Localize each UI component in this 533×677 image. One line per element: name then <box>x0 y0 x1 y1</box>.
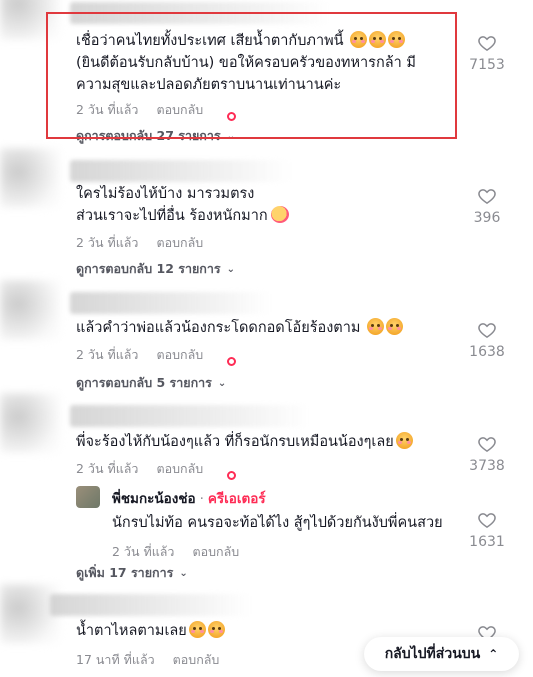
timestamp: 2 วัน ที่แล้ว <box>112 544 175 559</box>
timestamp: 17 นาที ที่แล้ว <box>76 652 155 667</box>
like-button[interactable]: 1638 <box>467 320 507 360</box>
creator-username[interactable]: พี่ชมกะน้องช่อ <box>112 491 196 507</box>
creator-liked-avatar <box>215 348 237 366</box>
username-blurred[interactable] <box>50 594 250 616</box>
double-chevron-up-icon: ⌃ <box>488 647 499 661</box>
like-button[interactable]: 7153 <box>467 33 507 73</box>
username-blurred[interactable] <box>70 160 290 182</box>
comment-meta: 17 นาที ที่แล้ว ตอบกลับ <box>76 650 219 670</box>
username-blurred[interactable] <box>70 405 310 427</box>
timestamp: 2 วัน ที่แล้ว <box>76 347 139 362</box>
avatar[interactable] <box>0 0 60 40</box>
emoji-icon <box>350 31 368 48</box>
reply-button[interactable]: ตอบกลับ <box>173 650 220 670</box>
heart-icon <box>478 36 496 51</box>
chevron-down-icon: ⌄ <box>217 377 227 389</box>
chevron-down-icon: ⌄ <box>179 567 188 579</box>
reply-button[interactable]: ตอบกลับ <box>156 345 203 365</box>
heart-badge-icon <box>227 357 237 366</box>
comment-text: น้ำตาไหลตามเลย <box>76 620 225 642</box>
comment-meta: 2 วัน ที่แล้ว ตอบกลับ <box>76 459 237 480</box>
reply-text: นักรบไม่ท้อ คนรอจะท้อได้ไง สู้ๆไปด้วยกัน… <box>112 515 443 531</box>
timestamp: 2 วัน ที่แล้ว <box>76 461 139 476</box>
like-button[interactable]: 1631 <box>467 510 507 550</box>
emoji-icon <box>207 621 225 638</box>
chevron-down-icon: ⌄ <box>226 263 235 275</box>
like-count: 7153 <box>469 57 505 73</box>
emoji-icon <box>270 206 289 223</box>
reply-button[interactable]: ตอบกลับ <box>192 542 239 562</box>
heart-icon <box>478 513 496 528</box>
emoji-icon <box>395 432 413 449</box>
back-to-top-button[interactable]: กลับไปที่ส่วนบน ⌃ <box>364 637 519 671</box>
reply-meta: 2 วัน ที่แล้ว ตอบกลับ <box>112 542 239 562</box>
emoji-icon <box>369 31 387 48</box>
like-count: 396 <box>473 210 501 226</box>
chevron-down-icon: ⌄ <box>226 130 235 142</box>
heart-icon <box>478 437 496 452</box>
view-replies-button[interactable]: ดูการตอบกลับ 27 รายการ ⌄ <box>76 126 235 146</box>
creator-avatar[interactable] <box>76 486 100 508</box>
comment-meta: 2 วัน ที่แล้ว ตอบกลับ <box>76 345 237 366</box>
username-blurred[interactable] <box>70 2 330 24</box>
view-replies-button[interactable]: ดูการตอบกลับ 5 รายการ ⌄ <box>76 373 226 393</box>
creator-badge: ครีเอเตอร์ <box>207 491 266 507</box>
avatar[interactable] <box>0 148 60 208</box>
emoji-icon <box>386 318 404 335</box>
emoji-icon <box>388 31 406 48</box>
reply-button[interactable]: ตอบกลับ <box>156 233 203 253</box>
emoji-icon <box>188 621 206 638</box>
heart-icon <box>478 189 496 204</box>
heart-badge-icon <box>227 112 237 121</box>
comment-meta: 2 วัน ที่แล้ว ตอบกลับ <box>76 100 237 121</box>
like-button[interactable]: 3738 <box>467 434 507 474</box>
like-button[interactable]: 396 <box>467 186 507 226</box>
view-replies-button[interactable]: ดูการตอบกลับ 12 รายการ ⌄ <box>76 259 235 279</box>
comment-text: แล้วคำว่าพ่อแล้วน้องกระโดดกอดโอ้ยร้องตาม <box>76 317 404 339</box>
like-count: 1638 <box>469 344 505 360</box>
avatar[interactable] <box>0 393 60 453</box>
timestamp: 2 วัน ที่แล้ว <box>76 102 139 117</box>
timestamp: 2 วัน ที่แล้ว <box>76 235 139 250</box>
comment-meta: 2 วัน ที่แล้ว ตอบกลับ <box>76 233 203 253</box>
avatar[interactable] <box>0 280 60 340</box>
reply-button[interactable]: ตอบกลับ <box>156 100 203 120</box>
heart-badge-icon <box>227 471 237 480</box>
like-count: 3738 <box>469 458 505 474</box>
heart-icon <box>478 323 496 338</box>
like-count: 1631 <box>469 534 505 550</box>
creator-reply: พี่ชมกะน้องช่อ · ครีเอเตอร์ นักรบไม่ท้อ คน… <box>76 486 516 559</box>
emoji-icon <box>367 318 385 335</box>
comment-text: พี่จะร้องไห้กับน้องๆแล้ว ที่ก็รอนักรบเหม… <box>76 431 413 453</box>
creator-liked-avatar <box>215 462 237 480</box>
comment-text: เชื่อว่าคนไทยทั้งประเทศ เสียน้ำตากับภาพน… <box>76 31 416 93</box>
creator-name-row: พี่ชมกะน้องช่อ · ครีเอเตอร์ <box>112 487 266 509</box>
comment-text: ใครไม่ร้องไห้บ้าง มารวมตรง ส่วนเราจะไปที… <box>76 183 289 227</box>
username-blurred[interactable] <box>70 292 270 314</box>
separator-dot: · <box>199 491 204 507</box>
view-more-replies-button[interactable]: ดูเพิ่ม 17 รายการ ⌄ <box>76 563 188 583</box>
creator-liked-avatar <box>215 103 237 121</box>
reply-button[interactable]: ตอบกลับ <box>156 459 203 479</box>
